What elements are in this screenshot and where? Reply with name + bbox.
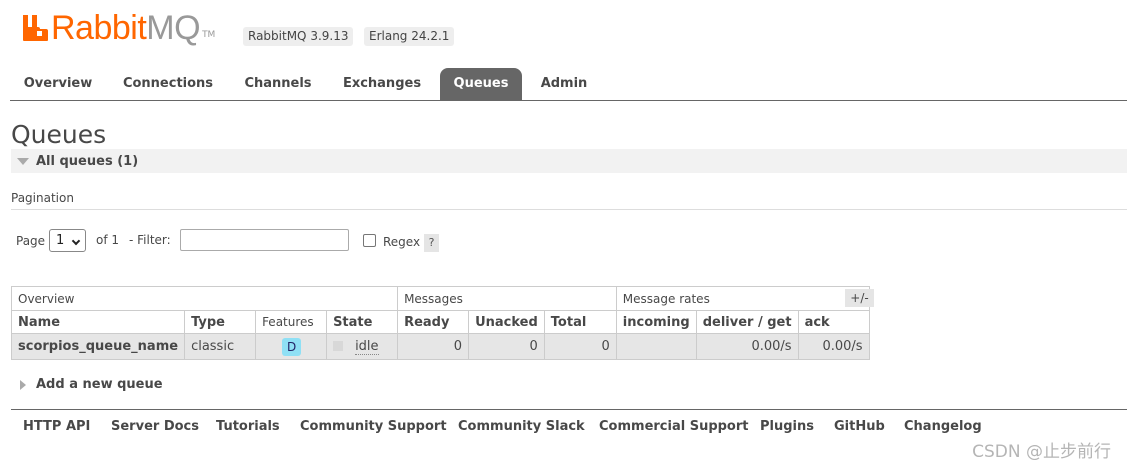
filter-input[interactable] [180, 229, 349, 251]
footer-link-community-slack[interactable]: Community Slack [458, 419, 585, 434]
table-row[interactable]: scorpios_queue_name classic D idle 0 0 0… [10, 333, 870, 360]
tab-queues[interactable]: Queues [440, 68, 522, 100]
pagination-divider [11, 209, 1127, 210]
section-title: All queues (1) [36, 153, 139, 169]
rabbitmq-logo[interactable]: RabbitMQ TM [22, 10, 215, 46]
tab-exchanges[interactable]: Exchanges [328, 68, 436, 100]
column-header-state[interactable]: State [326, 310, 399, 334]
footer-link-changelog[interactable]: Changelog [904, 419, 982, 434]
queue-deliver-get-cell: 0.00/s [695, 333, 799, 360]
erlang-version-badge: Erlang 24.2.1 [364, 27, 455, 46]
queue-type-cell: classic [184, 333, 257, 360]
column-header-deliver-get[interactable]: deliver / get [695, 310, 799, 334]
add-queue-label: Add a new queue [36, 377, 163, 392]
pagination-heading: Pagination [11, 191, 74, 205]
page-select-value: 1 [56, 233, 65, 248]
rabbitmq-version-badge: RabbitMQ 3.9.13 [243, 27, 354, 46]
footer-link-http-api[interactable]: HTTP API [23, 419, 90, 434]
expand-triangle-icon [20, 379, 26, 390]
main-nav-tabs: Overview Connections Channels Exchanges … [10, 68, 1127, 101]
column-header-features: Features [255, 310, 328, 334]
footer-link-plugins[interactable]: Plugins [760, 419, 814, 434]
column-header-unacked[interactable]: Unacked [468, 310, 545, 334]
tab-channels[interactable]: Channels [230, 68, 326, 100]
queue-unacked-cell: 0 [468, 333, 545, 360]
queue-state-text: idle [355, 339, 379, 355]
footer-link-github[interactable]: GitHub [834, 419, 885, 434]
queue-total-cell: 0 [543, 333, 617, 360]
csdn-watermark: CSDN @止步前行 [972, 442, 1111, 462]
page-title: Queues [11, 120, 107, 149]
regex-label: Regex [383, 235, 421, 249]
logo-wordmark: RabbitMQ [51, 9, 201, 47]
filter-label: - Filter: [129, 233, 171, 247]
queue-ack-cell: 0.00/s [797, 333, 870, 360]
column-header-ack[interactable]: ack [797, 310, 870, 334]
group-header-messages: Messages [397, 286, 617, 311]
queue-features-cell: D [255, 333, 328, 360]
table-column-header-row: Name Type Features State Ready Unacked T… [10, 310, 870, 334]
columns-toggle-button[interactable]: +/- [845, 289, 874, 307]
footer-link-tutorials[interactable]: Tutorials [216, 419, 280, 434]
state-indicator-icon [333, 341, 344, 351]
group-header-overview: Overview [10, 286, 399, 311]
queue-state-cell: idle [326, 333, 399, 360]
page-label: Page [16, 234, 46, 248]
column-header-ready[interactable]: Ready [397, 310, 470, 334]
queue-name-link[interactable]: scorpios_queue_name [10, 333, 186, 360]
add-queue-section-toggle[interactable]: Add a new queue [20, 377, 163, 392]
table-group-header-row: Overview Messages Message rates [10, 286, 870, 311]
column-header-name[interactable]: Name [10, 310, 186, 334]
regex-checkbox[interactable] [363, 234, 376, 247]
queue-incoming-cell [615, 333, 697, 360]
page-select[interactable]: 1 [49, 229, 86, 252]
rabbit-logo-icon [23, 15, 48, 41]
footer-link-commercial-support[interactable]: Commercial Support [599, 419, 749, 434]
durable-feature-badge: D [282, 337, 302, 356]
footer-link-server-docs[interactable]: Server Docs [111, 419, 199, 434]
page-count-label: of 1 [96, 233, 120, 247]
column-header-incoming[interactable]: incoming [615, 310, 697, 334]
tab-connections[interactable]: Connections [108, 68, 228, 100]
tab-overview[interactable]: Overview [10, 68, 106, 100]
all-queues-section-toggle[interactable]: All queues (1) [11, 149, 1127, 173]
regex-help-button[interactable]: ? [424, 234, 439, 252]
collapse-triangle-icon [17, 157, 29, 165]
queues-table: Overview Messages Message rates Name Typ… [10, 286, 870, 360]
column-header-type[interactable]: Type [184, 310, 257, 334]
logo-trademark: TM [202, 30, 216, 40]
tab-admin[interactable]: Admin [526, 68, 602, 100]
group-header-message-rates: Message rates [615, 286, 870, 311]
footer-link-community-support[interactable]: Community Support [300, 419, 447, 434]
column-header-total[interactable]: Total [543, 310, 617, 334]
footer-divider [11, 409, 1127, 410]
queue-ready-cell: 0 [397, 333, 470, 360]
chevron-down-icon [71, 236, 81, 246]
